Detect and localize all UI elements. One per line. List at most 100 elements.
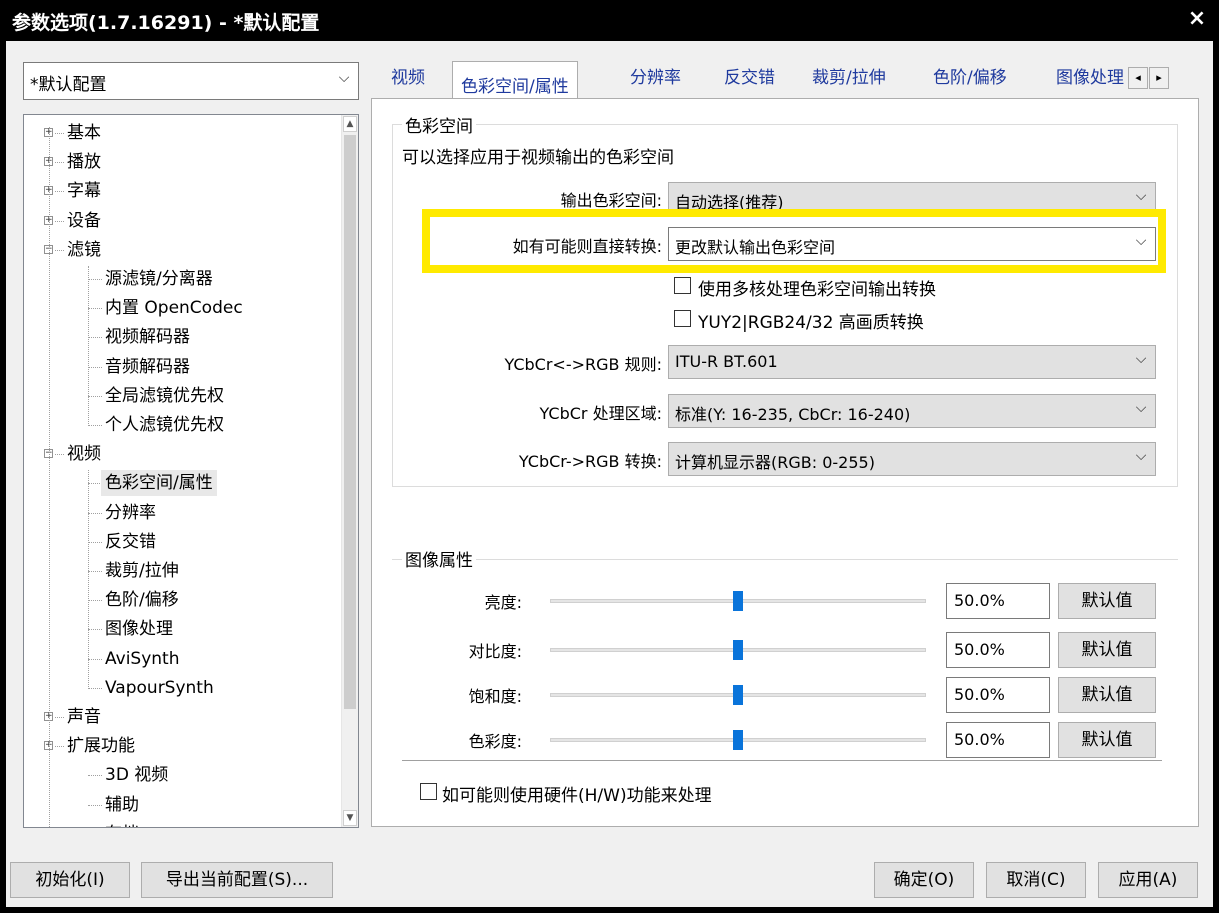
tree-connector	[55, 133, 64, 134]
tree-item[interactable]: 音频解码器	[105, 354, 190, 380]
slider-thumb[interactable]	[733, 591, 743, 611]
image-prop-value-field[interactable]: 50.0%	[946, 722, 1050, 758]
close-icon[interactable]: ×	[1185, 6, 1209, 32]
yuy2-checkbox[interactable]	[674, 310, 691, 327]
reset-default-button[interactable]: 默认值	[1058, 677, 1156, 713]
tree-item[interactable]: 基本	[67, 120, 101, 146]
settings-tree: + 基本 + 播放 + 字幕 + 设备 − 滤镜 源滤镜/分离器 内置 OpenCodec 视频解码器音…	[23, 114, 359, 828]
tree-connector	[55, 746, 64, 748]
tree-connector	[88, 308, 102, 310]
ycbcr-rule-select[interactable]: ITU-R BT.601 ⌵	[668, 345, 1156, 379]
tree-guide	[49, 127, 50, 827]
tree-connector	[88, 600, 102, 602]
tree-item[interactable]: 字幕	[67, 178, 101, 204]
multicore-checkbox[interactable]	[674, 277, 691, 294]
ycbcr-range-value: 标准(Y: 16-235, CbCr: 16-240)	[675, 405, 911, 424]
tree-item[interactable]: 全局滤镜优先权	[105, 383, 224, 409]
ok-button[interactable]: 确定(O)	[874, 862, 974, 898]
tree-item[interactable]: 反交错	[105, 529, 156, 555]
tree-connector	[88, 395, 102, 397]
tree-item[interactable]: 色彩空间/属性	[101, 470, 217, 497]
tree-item[interactable]: 设备	[67, 208, 101, 234]
image-prop-label: 亮度:	[484, 593, 522, 612]
ycbcr-rule-label: YCbCr<->RGB 规则:	[504, 355, 662, 374]
tree-item[interactable]: 分辨率	[105, 500, 156, 526]
tree-item[interactable]: VapourSynth	[105, 675, 214, 701]
tree-item[interactable]: 播放	[67, 149, 101, 175]
output-colorspace-label: 输出色彩空间:	[560, 191, 662, 210]
tree-connector	[88, 629, 102, 631]
scroll-up-icon[interactable]: ▲	[343, 116, 357, 132]
tree-item[interactable]: 3D 视频	[105, 762, 168, 788]
tree-connector	[88, 483, 102, 485]
tree-item[interactable]: 存档	[105, 821, 139, 827]
image-prop-value-field[interactable]: 50.0%	[946, 583, 1050, 619]
tab-resolution[interactable]: 分辨率	[630, 63, 681, 95]
colorspace-group-title: 色彩空间	[402, 112, 476, 137]
export-config-button[interactable]: 导出当前配置(S)...	[141, 862, 333, 898]
tree-item[interactable]: 辅助	[105, 792, 139, 818]
tab-colorspace[interactable]: 色彩空间/属性	[452, 61, 578, 99]
apply-button[interactable]: 应用(A)	[1098, 862, 1198, 898]
image-props-group	[392, 559, 1178, 560]
tree-connector	[88, 658, 102, 660]
ycbcr-convert-select[interactable]: 计算机显示器(RGB: 0-255) ⌵	[668, 442, 1156, 476]
tree-item[interactable]: 滤镜	[67, 237, 101, 263]
tree-item[interactable]: 源滤镜/分离器	[105, 266, 213, 292]
tree-item[interactable]: 个人滤镜优先权	[105, 412, 224, 438]
tree-connector	[88, 425, 102, 426]
dialog-client: *默认配置 ⌵ + 基本 + 播放 + 字幕 + 设备 − 滤镜 源滤镜/分离器 内置 OpenCod…	[6, 41, 1213, 907]
chevron-down-icon: ⌵	[1135, 351, 1147, 367]
tree-connector	[55, 191, 64, 193]
tree-item[interactable]: 色阶/偏移	[105, 587, 179, 613]
chevron-down-icon: ⌵	[1135, 400, 1147, 416]
tree-item[interactable]: 视频解码器	[105, 324, 190, 350]
hw-checkbox[interactable]	[420, 783, 437, 800]
cancel-button[interactable]: 取消(C)	[986, 862, 1086, 898]
slider-thumb[interactable]	[733, 640, 743, 660]
yuy2-label: YUY2|RGB24/32 高画质转换	[698, 313, 924, 333]
tree-item[interactable]: 内置 OpenCodec	[105, 295, 243, 321]
profile-select[interactable]: *默认配置 ⌵	[23, 62, 359, 100]
ycbcr-rule-value: ITU-R BT.601	[675, 352, 778, 371]
tree-item[interactable]: 裁剪/拉伸	[105, 558, 179, 584]
tab-scroll-right-icon[interactable]: ▸	[1149, 67, 1169, 89]
slider-thumb[interactable]	[733, 685, 743, 705]
tree-item[interactable]: AviSynth	[105, 646, 179, 672]
image-prop-value-field[interactable]: 50.0%	[946, 677, 1050, 713]
tree-item[interactable]: 声音	[67, 704, 101, 730]
tree-guide	[88, 470, 89, 689]
reset-default-button[interactable]: 默认值	[1058, 583, 1156, 619]
tab-image-processing[interactable]: 图像处理	[1056, 63, 1128, 95]
tree-item[interactable]: 图像处理	[105, 616, 173, 642]
ycbcr-range-label: YCbCr 处理区域:	[539, 404, 662, 423]
tree-connector	[88, 804, 102, 806]
tree-item[interactable]: 视频	[67, 441, 101, 467]
colorspace-desc: 可以选择应用于视频输出的色彩空间	[402, 148, 674, 168]
tree-connector	[88, 687, 102, 689]
reset-default-button[interactable]: 默认值	[1058, 722, 1156, 758]
tree-connector	[88, 279, 102, 280]
scroll-down-icon[interactable]: ▼	[343, 810, 357, 826]
reset-default-button[interactable]: 默认值	[1058, 632, 1156, 668]
image-prop-value-field[interactable]: 50.0%	[946, 632, 1050, 668]
tab-crop[interactable]: 裁剪/拉伸	[812, 63, 886, 95]
hw-label: 如可能则使用硬件(H/W)功能来处理	[442, 786, 712, 806]
slider-thumb[interactable]	[733, 730, 743, 750]
init-button[interactable]: 初始化(I)	[10, 862, 130, 898]
chevron-down-icon: ⌵	[1135, 188, 1147, 204]
tab-scroll-left-icon[interactable]: ◂	[1128, 67, 1148, 89]
tree-scrollbar[interactable]: ▲ ▼	[341, 115, 358, 827]
tree-connector	[88, 366, 102, 368]
tree-item[interactable]: 扩展功能	[67, 733, 135, 759]
tab-video[interactable]: 视频	[391, 63, 425, 95]
tab-levels[interactable]: 色阶/偏移	[933, 63, 1007, 95]
tab-panel: 色彩空间 可以选择应用于视频输出的色彩空间 输出色彩空间: 自动选择(推荐) ⌵…	[371, 98, 1199, 827]
window-title: 参数选项(1.7.16291) - *默认配置	[12, 12, 320, 34]
image-prop-label: 对比度:	[468, 642, 522, 661]
title-bar: 参数选项(1.7.16291) - *默认配置 ×	[0, 0, 1219, 40]
scroll-thumb[interactable]	[344, 135, 356, 709]
ycbcr-range-select[interactable]: 标准(Y: 16-235, CbCr: 16-240) ⌵	[668, 394, 1156, 428]
tab-deinterlace[interactable]: 反交错	[724, 63, 775, 95]
multicore-label: 使用多核处理色彩空间输出转换	[698, 280, 936, 300]
